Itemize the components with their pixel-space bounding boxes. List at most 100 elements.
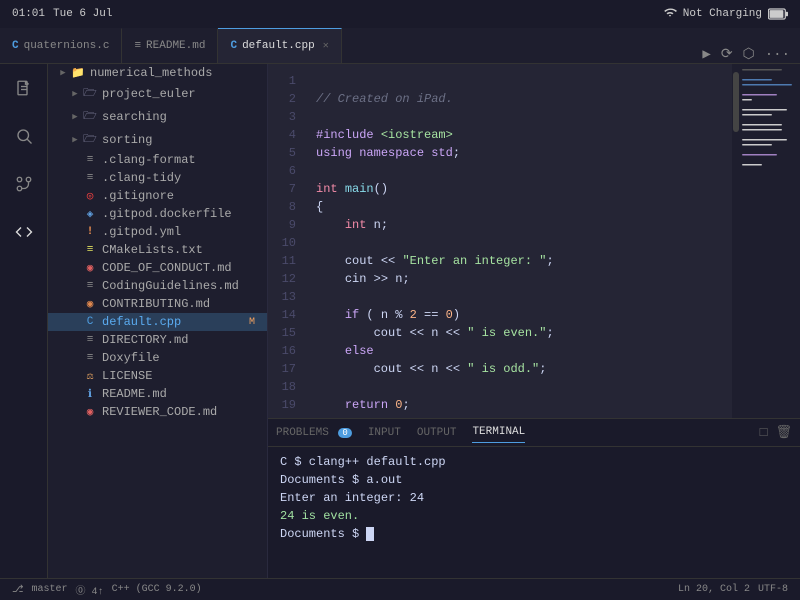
sidebar-label: CMakeLists.txt xyxy=(102,243,259,257)
panel-tab-output[interactable]: OUTPUT xyxy=(417,423,457,443)
sidebar-label: numerical_methods xyxy=(90,66,259,80)
folder-icon: 🗁 xyxy=(82,107,98,126)
trash-icon[interactable]: 🗑 xyxy=(775,425,792,440)
sidebar-label: .gitpod.yml xyxy=(102,225,259,239)
tabbar: C quaternions.c ≡ README.md C default.cp… xyxy=(0,28,800,64)
sidebar-label: project_euler xyxy=(102,87,259,101)
battery-icon xyxy=(768,8,788,20)
terminal-line-2: Documents $ a.out xyxy=(280,471,788,489)
panel-tab-problems[interactable]: PROBLEMS 0 xyxy=(276,423,352,443)
refresh-icon[interactable]: ⟳ xyxy=(721,46,733,63)
git-branch-icon: ⎇ xyxy=(12,584,24,596)
sidebar-item-directory-md[interactable]: ▶ ≡ DIRECTORY.md xyxy=(48,331,267,349)
sidebar-item-cmakelists[interactable]: ▶ ≡ CMakeLists.txt xyxy=(48,241,267,259)
time: 01:01 xyxy=(12,8,45,20)
activity-files[interactable] xyxy=(8,72,40,104)
chevron-right-icon: ▶ xyxy=(68,112,82,122)
tab-quaternions[interactable]: C quaternions.c xyxy=(0,28,122,63)
minimap xyxy=(740,64,800,418)
tab-close-icon[interactable]: ✕ xyxy=(323,40,329,52)
tab-readme[interactable]: ≡ README.md xyxy=(122,28,218,63)
activity-search[interactable] xyxy=(8,120,40,152)
line-numbers: 1 2 3 4 5 6 7 8 9 10 11 12 13 14 xyxy=(268,64,304,418)
run-icon[interactable]: ▶ xyxy=(702,46,710,63)
panel: PROBLEMS 0 INPUT OUTPUT TERMINAL □ 🗑 C $… xyxy=(268,418,800,578)
sidebar-label: DIRECTORY.md xyxy=(102,333,259,347)
panel-tab-input[interactable]: INPUT xyxy=(368,423,401,443)
sidebar-label: .gitpod.dockerfile xyxy=(102,207,259,221)
editor-scrollbar-thumb xyxy=(733,72,739,132)
sidebar-item-coding-guidelines[interactable]: ▶ ≡ CodingGuidelines.md xyxy=(48,277,267,295)
sidebar-item-readme-md[interactable]: ▶ ℹ README.md xyxy=(48,385,267,403)
sidebar: ▶ 📁 numerical_methods ▶ 🗁 project_euler … xyxy=(48,64,268,578)
wifi-icon xyxy=(663,6,677,22)
battery-label: Not Charging xyxy=(683,8,762,20)
tab-label-quaternions: quaternions.c xyxy=(24,40,110,52)
chevron-right-icon: ▶ xyxy=(56,68,70,78)
file-icon: ⚖ xyxy=(82,369,98,383)
terminal-cursor xyxy=(366,527,374,541)
sidebar-label: README.md xyxy=(102,387,259,401)
sidebar-item-gitpod-dockerfile[interactable]: ▶ ◈ .gitpod.dockerfile xyxy=(48,205,267,223)
sidebar-item-gitpod-yml[interactable]: ▶ ! .gitpod.yml xyxy=(48,223,267,241)
terminal-content[interactable]: C $ clang++ default.cpp Documents $ a.ou… xyxy=(268,447,800,578)
modified-badge: M xyxy=(249,317,259,328)
sidebar-label: .clang-format xyxy=(102,153,259,167)
sidebar-item-contributing[interactable]: ▶ ◉ CONTRIBUTING.md xyxy=(48,295,267,313)
file-icon: ◉ xyxy=(82,405,98,419)
sidebar-item-reviewer-code[interactable]: ▶ ◉ REVIEWER_CODE.md xyxy=(48,403,267,421)
main-area: ▶ 📁 numerical_methods ▶ 🗁 project_euler … xyxy=(0,64,800,578)
sidebar-item-sorting[interactable]: ▶ 🗁 sorting xyxy=(48,128,267,151)
date: Tue 6 Jul xyxy=(53,8,112,20)
tab-icon-cpp: C xyxy=(230,40,237,52)
topbar-right: Not Charging xyxy=(663,6,788,22)
terminal-line-4: 24 is even. xyxy=(280,507,788,525)
sidebar-item-doxyfile[interactable]: ▶ ≡ Doxyfile xyxy=(48,349,267,367)
sidebar-item-clang-format[interactable]: ▶ ≡ .clang-format xyxy=(48,151,267,169)
share-icon[interactable]: ⬡ xyxy=(743,46,755,63)
sidebar-item-default-cpp[interactable]: ▶ C default.cpp M xyxy=(48,313,267,331)
file-icon: ≡ xyxy=(82,352,98,364)
file-icon: ℹ xyxy=(82,387,98,401)
sidebar-label: CODE_OF_CONDUCT.md xyxy=(102,261,259,275)
code-content[interactable]: // Created on iPad. #include <iostream> … xyxy=(304,64,732,418)
sidebar-item-project-euler[interactable]: ▶ 🗁 project_euler xyxy=(48,82,267,105)
topbar-left: 01:01 Tue 6 Jul xyxy=(12,8,112,20)
file-icon: ! xyxy=(82,226,98,238)
more-icon[interactable]: ··· xyxy=(765,47,790,63)
language[interactable]: C++ (GCC 9.2.0) xyxy=(112,584,202,595)
file-icon: ◉ xyxy=(82,261,98,275)
file-icon: ◉ xyxy=(82,297,98,311)
sidebar-label: sorting xyxy=(102,133,259,147)
sidebar-item-gitignore[interactable]: ▶ ◎ .gitignore xyxy=(48,187,267,205)
sync-status: ⓪ 4↑ xyxy=(76,582,104,598)
tab-default[interactable]: C default.cpp ✕ xyxy=(218,28,341,63)
editor-scrollbar[interactable] xyxy=(732,64,740,418)
sidebar-item-numerical-methods[interactable]: ▶ 📁 numerical_methods xyxy=(48,64,267,82)
sidebar-item-code-of-conduct[interactable]: ▶ ◉ CODE_OF_CONDUCT.md xyxy=(48,259,267,277)
sidebar-label: CONTRIBUTING.md xyxy=(102,297,259,311)
file-cpp-icon: C xyxy=(82,316,98,328)
activity-explorer[interactable] xyxy=(8,216,40,248)
activity-source-control[interactable] xyxy=(8,168,40,200)
tab-label-default: default.cpp xyxy=(242,40,315,52)
sidebar-label: searching xyxy=(102,110,259,124)
branch-name[interactable]: master xyxy=(32,584,68,595)
statusbar-right: Ln 20, Col 2 UTF-8 xyxy=(678,584,788,595)
sidebar-item-searching[interactable]: ▶ 🗁 searching xyxy=(48,105,267,128)
encoding[interactable]: UTF-8 xyxy=(758,584,788,595)
sidebar-label: LICENSE xyxy=(102,369,259,383)
sidebar-item-license[interactable]: ▶ ⚖ LICENSE xyxy=(48,367,267,385)
problems-badge: 0 xyxy=(338,428,351,438)
panel-tab-terminal[interactable]: TERMINAL xyxy=(472,422,525,443)
folder-icon: 📁 xyxy=(70,66,86,80)
sidebar-item-clang-tidy[interactable]: ▶ ≡ .clang-tidy xyxy=(48,169,267,187)
sidebar-label: default.cpp xyxy=(102,315,249,329)
maximize-icon[interactable]: □ xyxy=(760,425,768,440)
file-icon: ◈ xyxy=(82,207,98,221)
sidebar-label: .gitignore xyxy=(102,189,259,203)
topbar: 01:01 Tue 6 Jul Not Charging xyxy=(0,0,800,28)
tab-icon-c: C xyxy=(12,40,19,52)
cursor-position[interactable]: Ln 20, Col 2 xyxy=(678,584,750,595)
code-editor[interactable]: 1 2 3 4 5 6 7 8 9 10 11 12 13 14 xyxy=(268,64,800,418)
